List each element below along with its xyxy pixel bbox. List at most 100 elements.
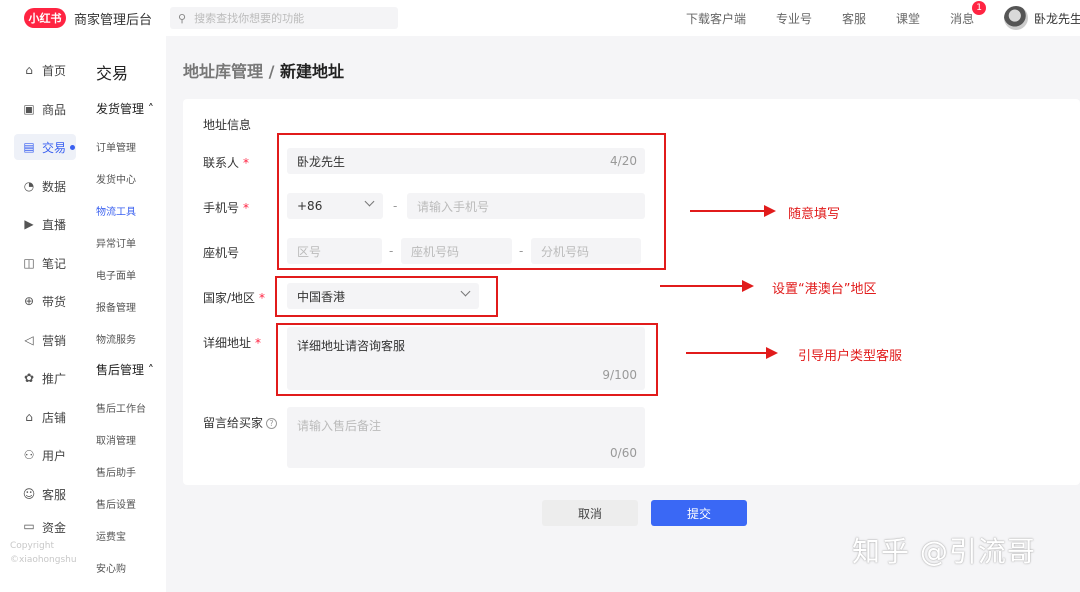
sidebar-item-service[interactable]: ☺ 客服 [14,481,76,507]
subnav-item-aftersale-assistant[interactable]: 售后助手 [96,464,136,479]
region-label-text: 国家/地区 [203,291,256,305]
sidebar-item-store[interactable]: ⌂ 店铺 [14,404,76,430]
required-mark: * [255,336,262,350]
search-input[interactable]: ⚲ 搜索查找你想要的功能 [170,7,399,29]
sidebar-item-live[interactable]: ▶ 直播 [14,211,76,237]
sidebar-item-home[interactable]: ⌂ 首页 [14,57,76,83]
dash-separator: - [519,244,524,258]
search-icon: ⚲ [178,11,187,25]
message-textarea[interactable]: 请输入售后备注 0/60 [287,407,645,468]
required-mark: * [243,156,250,170]
contact-input[interactable]: 卧龙先生 4/20 [287,148,645,174]
sidebar-item-products[interactable]: ▣ 商品 [14,96,76,122]
breadcrumb: 地址库管理 / 新建地址 [183,58,344,82]
region-select[interactable]: 中国香港 [287,283,479,309]
watermark: 知乎 @引流哥 [852,535,1036,568]
nav-customer-service[interactable]: 客服 [842,10,866,27]
section-title: 地址信息 [203,118,252,132]
copyright-line: ©xiaohongshu [10,555,77,565]
play-icon: ▶ [24,217,34,231]
message-placeholder: 请输入售后备注 [297,419,382,433]
sidebar-item-label: 资金 [42,521,67,533]
address-counter: 9/100 [602,368,637,382]
submit-button[interactable]: 提交 [651,500,747,526]
annotation-arrow [660,280,754,292]
subnav-item-shipping-center[interactable]: 发货中心 [96,171,136,186]
region-label: 国家/地区 * [203,289,265,306]
landline-label: 座机号 [203,246,240,260]
sidebar-item-selling[interactable]: ⊕ 带货 [14,288,76,314]
brand-logo[interactable]: 小红书 [24,8,66,28]
phone-label-text: 手机号 [203,201,240,215]
sidebar-item-promotion[interactable]: ✿ 推广 [14,365,76,391]
subnav-item-freight-insurance[interactable]: 运费宝 [96,528,126,543]
document-icon: ▤ [23,140,35,154]
subnav-item-cancellations[interactable]: 取消管理 [96,432,136,447]
required-mark: * [243,201,250,215]
nav-download-client[interactable]: 下载客户端 [686,10,746,27]
chevron-down-icon [364,196,375,207]
sidebar-item-label: 营销 [42,333,67,348]
users-icon: ⚇ [23,448,35,462]
copyright: Copyright ©xiaohongshu [10,539,77,567]
subnav-item-filing[interactable]: 报备管理 [96,299,136,314]
subnav-item-logistics-tools[interactable]: 物流工具 [96,203,136,218]
sidebar-item-notes[interactable]: ◫ 笔记 [14,250,76,276]
subnav-item-exception-orders[interactable]: 异常订单 [96,235,136,250]
cancel-button[interactable]: 取消 [542,500,638,526]
annotation-arrow [686,347,778,359]
store-icon: ⌂ [25,410,33,424]
annotation-note-service: 引导用户类型客服 [798,349,903,364]
help-icon[interactable]: ? [266,418,278,429]
headset-icon: ☺ [22,487,36,501]
subnav-item-aftersale-desk[interactable]: 售后工作台 [96,400,146,415]
subnav-item-logistics-service[interactable]: 物流服务 [96,331,136,346]
phone-label: 手机号 * [203,199,249,216]
bag-icon: ▣ [23,102,35,116]
sidebar-item-label: 推广 [42,371,67,386]
dash-separator: - [389,244,394,258]
address-textarea[interactable]: 详细地址请咨询客服 9/100 [287,327,645,390]
user-menu[interactable]: 卧龙先生 [1004,6,1080,30]
primary-sidebar: ⌂ 首页 ▣ 商品 ▤ 交易 ◔ 数据 ▶ 直播 ◫ 笔记 ⊕ 带货 ◁ 营销 ✿ 推广 ⌂ 店铺 … [0,36,80,592]
sidebar-item-label: 店铺 [42,410,67,425]
sidebar-item-trade[interactable]: ▤ 交易 [14,134,76,160]
book-icon: ◫ [23,256,35,270]
top-bar: 小红书 商家管理后台 ⚲ 搜索查找你想要的功能 下载客户端 专业号 客服 课堂 … [0,0,1080,36]
subnav-item-aftersale-settings[interactable]: 售后设置 [96,496,136,511]
chart-icon: ◔ [23,179,35,193]
nav-pro-account[interactable]: 专业号 [776,10,812,27]
subnav-item-worry-free[interactable]: 安心购 [96,560,126,575]
annotation-arrow [690,205,776,217]
page-title: 新建地址 [280,62,345,81]
wallet-icon: ▭ [23,519,35,533]
required-mark: * [259,291,266,305]
sidebar-item-funds[interactable]: ▭ 资金 [14,519,76,533]
nav-classroom[interactable]: 课堂 [896,10,920,27]
subnav-group-aftersale[interactable]: 售后管理 ˄ [96,361,154,378]
top-nav: 下载客户端 专业号 客服 课堂 消息 1 [686,0,1004,36]
sidebar-item-data[interactable]: ◔ 数据 [14,173,76,199]
sidebar-item-marketing[interactable]: ◁ 营销 [14,327,76,353]
subnav-group-shipping[interactable]: 发货管理 ˄ [96,100,154,117]
subnav-item-orders[interactable]: 订单管理 [96,139,136,154]
avatar [1004,6,1028,30]
sidebar-item-label: 商品 [42,102,67,117]
sidebar-item-label: 带货 [42,294,67,309]
country-code-select[interactable]: +86 [287,193,383,219]
search-placeholder: 搜索查找你想要的功能 [194,12,305,25]
area-code-input[interactable]: 区号 [287,238,382,264]
lock-icon: ⊕ [23,294,35,308]
annotation-note-region: 设置“港澳台”地区 [772,282,877,297]
region-value: 中国香港 [297,289,346,304]
sidebar-item-users[interactable]: ⚇ 用户 [14,442,76,468]
breadcrumb-parent[interactable]: 地址库管理 [183,62,263,81]
phone-input[interactable]: 请输入手机号 [407,193,645,219]
address-label: 详细地址 * [203,334,261,351]
contact-label: 联系人 * [203,154,249,171]
breadcrumb-separator: / [263,62,280,81]
landline-input[interactable]: 座机号码 [401,238,512,264]
extension-input[interactable]: 分机号码 [531,238,641,264]
subnav-item-e-waybill[interactable]: 电子面单 [96,267,136,282]
nav-messages[interactable]: 消息 1 [950,0,987,27]
